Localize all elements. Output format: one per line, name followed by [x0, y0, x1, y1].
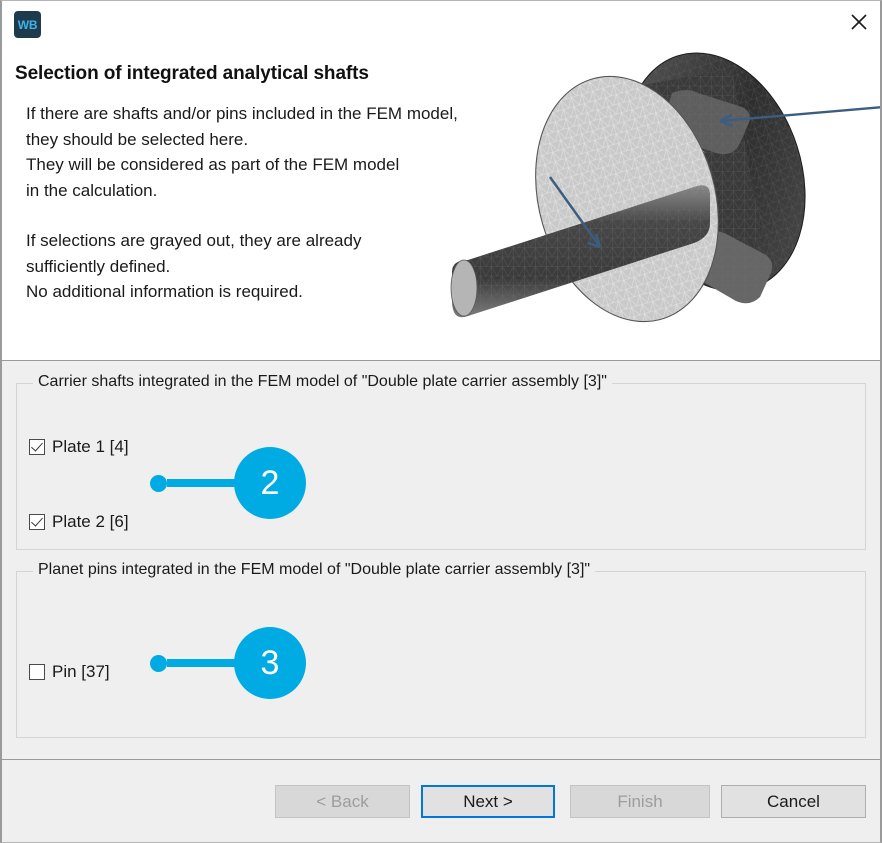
checkbox-plate-1[interactable]: Plate 1 [4] [29, 437, 129, 457]
planet-pins-group-title: Planet pins integrated in the FEM model … [33, 561, 596, 579]
planet-pins-group: Planet pins integrated in the FEM model … [16, 561, 866, 738]
dialog-header: WB Selection of integrated analytical sh… [2, 1, 880, 360]
back-button[interactable]: < Back [275, 785, 410, 818]
fem-mesh-illustration [442, 29, 880, 360]
checkmark-icon[interactable] [29, 439, 45, 455]
app-logo-icon: WB [14, 11, 41, 38]
carrier-shafts-group-title: Carrier shafts integrated in the FEM mod… [33, 373, 612, 391]
checkbox-plate-2-label: Plate 2 [6] [52, 512, 129, 531]
checkmark-icon[interactable] [29, 514, 45, 530]
next-button[interactable]: Next > [421, 785, 555, 818]
cancel-button[interactable]: Cancel [721, 785, 866, 818]
finish-button[interactable]: Finish [570, 785, 710, 818]
page-title: Selection of integrated analytical shaft… [15, 63, 369, 84]
checkbox-pin-label: Pin [37] [52, 662, 110, 681]
wizard-dialog: WB Selection of integrated analytical sh… [0, 0, 882, 843]
empty-checkbox-icon[interactable] [29, 664, 45, 680]
checkbox-plate-1-label: Plate 1 [4] [52, 437, 129, 456]
dialog-footer: < Back Next > Finish Cancel [2, 760, 880, 842]
carrier-shafts-group: Carrier shafts integrated in the FEM mod… [16, 373, 866, 550]
checkbox-pin[interactable]: Pin [37] [29, 662, 110, 682]
dialog-body: Carrier shafts integrated in the FEM mod… [2, 361, 880, 759]
checkbox-plate-2[interactable]: Plate 2 [6] [29, 512, 129, 532]
